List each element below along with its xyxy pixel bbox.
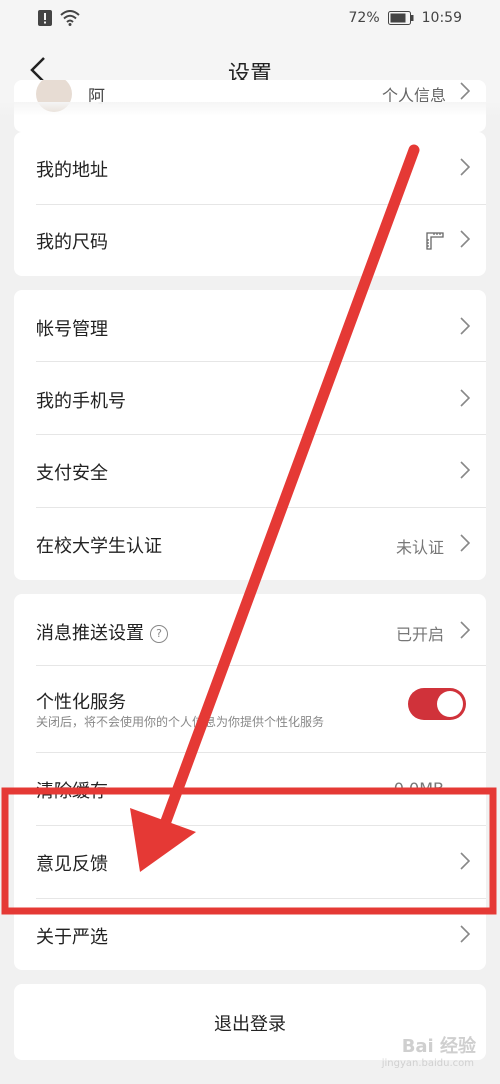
row-account-management[interactable]: 帐号管理 [14, 291, 486, 363]
chevron-right-icon [460, 621, 470, 639]
notification-icon [38, 10, 52, 26]
row-description: 关闭后，将不会使用你的个人信息为你提供个性化服务 [36, 715, 325, 729]
row-feedback[interactable]: 意见反馈 [14, 826, 486, 898]
chevron-right-icon [460, 82, 470, 100]
row-value: 0.0MB [393, 779, 444, 798]
help-icon[interactable]: ? [150, 625, 168, 643]
row-payment-security[interactable]: 支付安全 [14, 435, 486, 507]
status-left [38, 10, 80, 26]
row-label: 我的地址 [36, 160, 108, 181]
row-label: 我的手机号 [36, 391, 126, 412]
row-clear-cache[interactable]: 清除缓存 0.0MB [14, 753, 486, 825]
row-personalized-service: 个性化服务 关闭后，将不会使用你的个人信息为你提供个性化服务 [14, 666, 486, 752]
row-about[interactable]: 关于严选 [14, 899, 486, 970]
status-right: 72% 10:59 [349, 10, 462, 26]
watermark-logo: Bai 经验 [401, 1036, 476, 1057]
chevron-right-icon [460, 534, 470, 552]
row-label: 意见反馈 [36, 854, 108, 875]
row-label: 在校大学生认证 [36, 536, 162, 557]
battery-percent: 72% [348, 10, 380, 26]
row-label: 关于严选 [36, 927, 108, 948]
row-student-verification[interactable]: 在校大学生认证 未认证 [14, 508, 486, 580]
watermark-url: jingyan.baidu.com [381, 1058, 474, 1069]
row-value: 已开启 [395, 625, 444, 644]
row-label: 消息推送设置? [36, 619, 168, 645]
chevron-right-icon [460, 925, 470, 943]
clock: 10:59 [421, 10, 462, 26]
settings-group-2: 帐号管理 我的手机号 支付安全 在校大学生认证 未认证 [14, 290, 486, 580]
battery-icon [387, 11, 414, 25]
row-my-phone[interactable]: 我的手机号 [14, 363, 486, 435]
divider [36, 361, 486, 362]
personalized-toggle[interactable] [408, 688, 466, 720]
chevron-right-icon [460, 158, 470, 176]
nav-shadow [0, 102, 500, 116]
chevron-right-icon [460, 230, 470, 248]
status-bar: 72% 10:59 [0, 0, 500, 38]
row-my-address[interactable]: 我的地址 [14, 132, 486, 204]
settings-group-1: 我的地址 我的尺码 [14, 132, 486, 276]
row-my-size[interactable]: 我的尺码 [14, 204, 486, 276]
settings-group-3: 消息推送设置? 已开启 个性化服务 关闭后，将不会使用你的个人信息为你提供个性化… [14, 594, 486, 970]
row-value: 未认证 [395, 538, 444, 557]
chevron-right-icon [460, 389, 470, 407]
row-label: 清除缓存 [36, 781, 108, 802]
chevron-right-icon [460, 852, 470, 870]
row-label: 我的尺码 [36, 232, 108, 253]
push-label-text: 消息推送设置 [36, 623, 144, 644]
chevron-right-icon [460, 317, 470, 335]
row-label: 个性化服务 [36, 692, 126, 713]
row-label: 帐号管理 [36, 319, 108, 340]
chevron-right-icon [460, 461, 470, 479]
toggle-knob [437, 691, 463, 717]
row-label: 支付安全 [36, 463, 108, 484]
row-push-settings[interactable]: 消息推送设置? 已开启 [14, 595, 486, 667]
wifi-icon [60, 10, 80, 26]
ruler-icon [426, 232, 444, 250]
